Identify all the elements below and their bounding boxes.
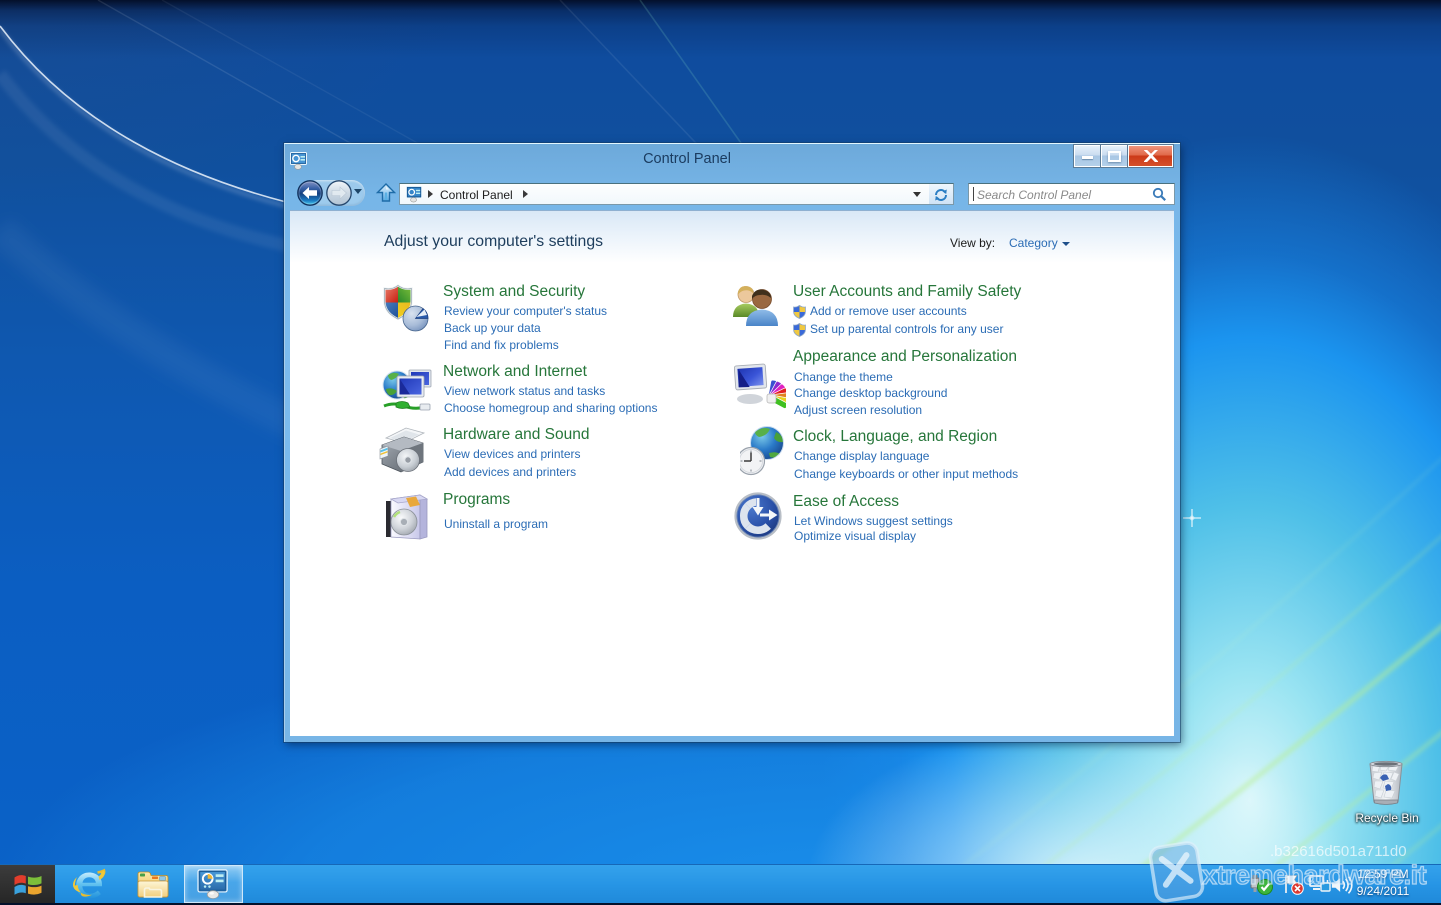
svg-text:xtremehardware.it: xtremehardware.it xyxy=(1202,860,1427,890)
